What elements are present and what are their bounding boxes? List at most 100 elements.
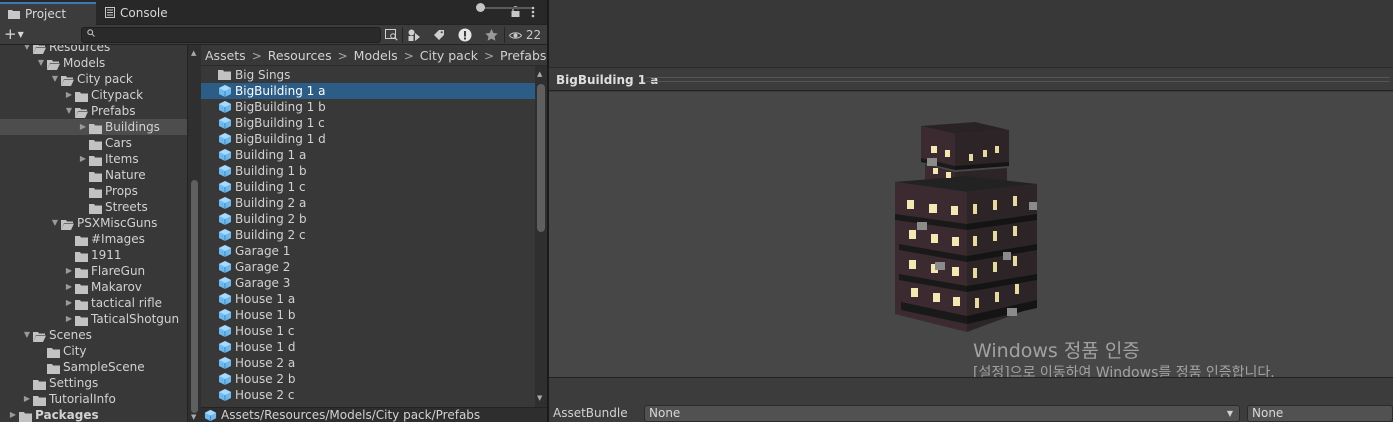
folder-tree-scroll-thumb[interactable] xyxy=(191,180,198,413)
expand-arrow-right-icon[interactable]: ▶ xyxy=(78,151,88,167)
icon-size-slider-handle[interactable] xyxy=(476,3,485,12)
tab-console[interactable]: Console xyxy=(97,2,177,25)
asset-list-item[interactable]: Garage 1 xyxy=(201,243,535,259)
asset-list-scrollbar[interactable]: ▲ ▼ xyxy=(535,66,547,407)
tree-item[interactable]: ▶ TaticalShotgun xyxy=(0,311,187,327)
warning-icon[interactable] xyxy=(456,27,474,43)
folder-icon xyxy=(19,410,32,422)
tree-item[interactable]: ▼ Prefabs xyxy=(0,103,187,119)
tree-item[interactable]: ▶ tactical rifle xyxy=(0,295,187,311)
asset-list-item[interactable]: Garage 2 xyxy=(201,259,535,275)
tree-item[interactable]: ▼ City pack xyxy=(0,71,187,87)
breadcrumb-separator-icon: > xyxy=(483,49,495,63)
expand-arrow-right-icon[interactable]: ▶ xyxy=(64,87,74,103)
asset-list-item-label: House 2 a xyxy=(235,356,296,370)
tree-item[interactable]: ▼ Models xyxy=(0,55,187,71)
asset-list-item[interactable]: Building 2 c xyxy=(201,227,535,243)
tab-project[interactable]: Project xyxy=(0,2,96,25)
asset-list-item[interactable]: House 1 a xyxy=(201,291,535,307)
asset-list-item[interactable]: Building 2 a xyxy=(201,195,535,211)
expand-arrow-right-icon[interactable]: ▶ xyxy=(22,391,32,407)
asset-list-item[interactable]: Building 1 b xyxy=(201,163,535,179)
asset-list-item[interactable]: BigBuilding 1 c xyxy=(201,115,535,131)
tree-item-label: 1911 xyxy=(91,248,122,262)
scroll-up-arrow-icon[interactable]: ▲ xyxy=(537,70,542,78)
tree-item[interactable]: 1911 xyxy=(0,247,187,263)
asset-list-item[interactable]: House 1 b xyxy=(201,307,535,323)
asset-list-item[interactable]: BigBuilding 1 a xyxy=(201,83,535,99)
asset-list-item-label: BigBuilding 1 b xyxy=(235,100,326,114)
tree-item[interactable]: Cars xyxy=(0,135,187,151)
scroll-down-arrow-icon[interactable]: ▼ xyxy=(191,413,196,421)
expand-arrow-down-icon[interactable]: ▼ xyxy=(22,327,32,343)
asset-bundle-dropdown[interactable]: None ▼ xyxy=(644,405,1240,422)
add-button[interactable]: +▼ xyxy=(4,26,34,44)
scroll-down-arrow-icon[interactable]: ▼ xyxy=(537,394,542,402)
expand-arrow-right-icon[interactable]: ▶ xyxy=(78,119,88,135)
tree-item[interactable]: ▶ Buildings xyxy=(0,119,187,135)
tree-item[interactable]: City xyxy=(0,343,187,359)
tree-item[interactable]: ▶ Makarov xyxy=(0,279,187,295)
asset-bundle-variant-dropdown[interactable]: None xyxy=(1247,405,1393,422)
expand-arrow-right-icon[interactable]: ▶ xyxy=(64,263,74,279)
tree-item[interactable]: ▶ Items xyxy=(0,151,187,167)
asset-list-item[interactable]: Garage 3 xyxy=(201,275,535,291)
asset-list-item[interactable]: House 2 b xyxy=(201,371,535,387)
breadcrumb-item[interactable]: Models xyxy=(354,48,398,63)
tree-item[interactable]: SampleScene xyxy=(0,359,187,375)
filter-by-label-icon[interactable] xyxy=(430,27,448,43)
asset-list-item[interactable]: House 2 a xyxy=(201,355,535,371)
tree-item[interactable]: ▶ Citypack xyxy=(0,87,187,103)
scroll-up-arrow-icon[interactable]: ▲ xyxy=(191,49,196,57)
expand-arrow-down-icon[interactable]: ▼ xyxy=(22,45,32,55)
breadcrumb-item[interactable]: Prefabs xyxy=(500,48,546,63)
expand-arrow-right-icon[interactable]: ▶ xyxy=(64,295,74,311)
hidden-packages-toggle[interactable]: 22 xyxy=(508,27,541,43)
asset-list-item[interactable]: House 2 c xyxy=(201,387,535,403)
asset-list-item[interactable]: House 1 c xyxy=(201,323,535,339)
favorites-star-icon[interactable] xyxy=(482,27,500,43)
preview-header[interactable]: BigBuilding 1 a xyxy=(549,69,1393,91)
expand-arrow-down-icon[interactable]: ▼ xyxy=(36,55,46,71)
tree-item[interactable]: ▶ Packages xyxy=(0,407,187,422)
search-scope-icon[interactable] xyxy=(382,27,400,43)
icon-size-slider[interactable] xyxy=(478,7,532,9)
tree-item[interactable]: ▶ TutorialInfo xyxy=(0,391,187,407)
asset-list-item[interactable]: Big Sings xyxy=(201,67,535,83)
breadcrumb-item[interactable]: Resources xyxy=(268,48,332,63)
asset-list-item[interactable]: Building 2 b xyxy=(201,211,535,227)
expand-arrow-right-icon[interactable]: ▶ xyxy=(8,407,18,422)
expand-arrow-down-icon[interactable]: ▼ xyxy=(50,71,60,87)
search-input[interactable] xyxy=(81,27,381,43)
tree-item-label: Nature xyxy=(105,168,146,182)
asset-list-item[interactable]: Building 1 c xyxy=(201,179,535,195)
expand-arrow-right-icon[interactable]: ▶ xyxy=(64,279,74,295)
tree-item[interactable]: ▼ PSXMiscGuns xyxy=(0,215,187,231)
expand-arrow-down-icon[interactable]: ▼ xyxy=(64,103,74,119)
chevron-down-icon: ▼ xyxy=(1226,409,1233,418)
preview-resize-grip[interactable] xyxy=(646,77,1390,82)
asset-list-item[interactable]: BigBuilding 1 b xyxy=(201,99,535,115)
tree-item[interactable]: ▼ Resources xyxy=(0,45,187,55)
asset-list-item[interactable]: BigBuilding 1 d xyxy=(201,131,535,147)
toolbar-divider xyxy=(402,27,403,43)
asset-list-item[interactable]: Building 1 a xyxy=(201,147,535,163)
filter-by-type-icon[interactable] xyxy=(405,27,423,43)
tree-item[interactable]: Streets xyxy=(0,199,187,215)
tree-item[interactable]: ▶ FlareGun xyxy=(0,263,187,279)
tree-item[interactable]: ▼ Scenes xyxy=(0,327,187,343)
asset-list-scroll-thumb[interactable] xyxy=(537,84,545,232)
tree-item[interactable]: Nature xyxy=(0,167,187,183)
tree-item-label: Citypack xyxy=(91,88,144,102)
console-icon xyxy=(105,3,115,25)
breadcrumb-item[interactable]: Assets xyxy=(205,48,246,63)
expand-arrow-down-icon[interactable]: ▼ xyxy=(50,215,60,231)
asset-list-item[interactable]: House 1 d xyxy=(201,339,535,355)
expand-arrow-right-icon[interactable]: ▶ xyxy=(64,311,74,327)
tree-item[interactable]: Props xyxy=(0,183,187,199)
folder-tree-scrollbar[interactable]: ▲ ▼ xyxy=(187,45,201,422)
asset-preview[interactable]: Windows 정품 인증 [설정]으로 이동하여 Windows를 정품 인증… xyxy=(549,92,1393,381)
tree-item[interactable]: Settings xyxy=(0,375,187,391)
breadcrumb-item[interactable]: City pack xyxy=(420,48,478,63)
tree-item[interactable]: #Images xyxy=(0,231,187,247)
